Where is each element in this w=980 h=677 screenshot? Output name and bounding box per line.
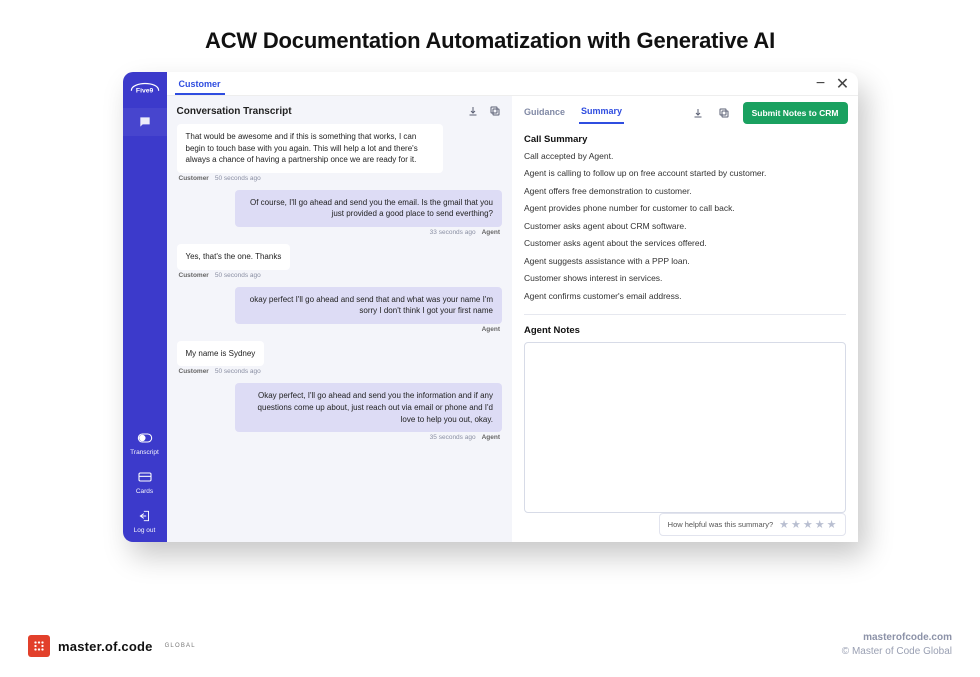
minimize-button[interactable]: − <box>814 77 828 91</box>
message-bubble: Okay perfect, I'll go ahead and send you… <box>235 383 502 432</box>
summary-line: Agent confirms customer's email address. <box>524 291 846 302</box>
message-meta: Agent <box>482 326 500 333</box>
close-button[interactable]: ✕ <box>836 77 850 91</box>
moc-subtext: GLOBAL <box>165 643 196 649</box>
star-5[interactable]: ★ <box>827 518 837 531</box>
feedback-prompt: How helpful was this summary? <box>668 520 773 529</box>
message-bubble: My name is Sydney <box>177 341 265 367</box>
summary-line: Call accepted by Agent. <box>524 151 846 162</box>
feedback-bar: How helpful was this summary? ★ ★ ★ ★ ★ <box>659 513 846 536</box>
main-area: Customer − ✕ Conversation Transcript Th <box>167 72 858 542</box>
message-meta: 33 seconds agoAgent <box>430 229 500 236</box>
message-meta: Customer50 seconds ago <box>179 368 261 375</box>
message-row: Of course, I'll go ahead and send you th… <box>177 190 503 242</box>
summary-line: Customer asks agent about the services o… <box>524 238 846 249</box>
sidebar: Five9 Transcript Cards Log out <box>123 72 167 542</box>
transcript-title: Conversation Transcript <box>177 106 292 117</box>
summary-pane: Guidance Summary Submit Notes to CRM Cal… <box>512 96 858 542</box>
summary-line: Agent provides phone number for customer… <box>524 203 846 214</box>
copy-icon[interactable] <box>488 104 502 118</box>
summary-line: Agent suggests assistance with a PPP loa… <box>524 256 846 267</box>
cards-icon <box>137 470 153 486</box>
tab-guidance[interactable]: Guidance <box>522 103 567 123</box>
message-meta: Customer50 seconds ago <box>179 272 261 279</box>
footer-copy: © Master of Code Global <box>842 645 952 659</box>
divider <box>524 314 846 315</box>
summary-line: Customer shows interest in services. <box>524 273 846 284</box>
message-row: Okay perfect, I'll go ahead and send you… <box>177 383 503 447</box>
message-meta: Customer50 seconds ago <box>179 175 261 182</box>
message-row: My name is SydneyCustomer50 seconds ago <box>177 341 503 382</box>
summary-copy-icon[interactable] <box>717 106 731 120</box>
agent-notes-input[interactable] <box>524 342 846 513</box>
transcript-pane: Conversation Transcript That would be aw… <box>167 96 513 542</box>
sidebar-item-logout[interactable]: Log out <box>123 503 167 542</box>
star-3[interactable]: ★ <box>803 518 813 531</box>
footer-domain: masterofcode.com <box>842 631 952 645</box>
message-bubble: okay perfect I'll go ahead and send that… <box>235 287 502 324</box>
sidebar-label-logout: Log out <box>134 527 156 534</box>
message-row: okay perfect I'll go ahead and send that… <box>177 287 503 339</box>
transcript-icon <box>137 431 153 447</box>
message-bubble: Yes, that's the one. Thanks <box>177 244 291 270</box>
logout-icon <box>137 509 153 525</box>
moc-wordmark: master.of.code <box>58 639 153 654</box>
message-meta: 35 seconds agoAgent <box>430 434 500 441</box>
moc-mark-icon <box>28 635 50 657</box>
five9-logo: Five9 <box>128 78 162 98</box>
star-1[interactable]: ★ <box>779 518 789 531</box>
summary-line: Customer asks agent about CRM software. <box>524 221 846 232</box>
summary-download-icon[interactable] <box>691 106 705 120</box>
tab-customer[interactable]: Customer <box>175 73 225 95</box>
sidebar-item-cards[interactable]: Cards <box>123 464 167 503</box>
star-2[interactable]: ★ <box>791 518 801 531</box>
agent-notes-heading: Agent Notes <box>524 325 846 336</box>
sidebar-chat-icon[interactable] <box>123 108 167 136</box>
sidebar-item-transcript[interactable]: Transcript <box>123 425 167 464</box>
topbar: Customer − ✕ <box>167 72 858 96</box>
sidebar-label-cards: Cards <box>136 488 153 495</box>
moc-logo: master.of.code GLOBAL <box>28 635 196 657</box>
rating-stars: ★ ★ ★ ★ ★ <box>779 518 836 531</box>
footer-copyright: masterofcode.com © Master of Code Global <box>842 631 952 659</box>
download-icon[interactable] <box>466 104 480 118</box>
call-summary-heading: Call Summary <box>524 134 846 145</box>
message-bubble: That would be awesome and if this is som… <box>177 124 444 173</box>
summary-line: Agent offers free demonstration to custo… <box>524 186 846 197</box>
tab-summary[interactable]: Summary <box>579 102 624 124</box>
svg-text:Five9: Five9 <box>135 88 153 95</box>
summary-line: Agent is calling to follow up on free ac… <box>524 168 846 179</box>
message-row: That would be awesome and if this is som… <box>177 124 503 188</box>
submit-notes-button[interactable]: Submit Notes to CRM <box>743 102 848 124</box>
summary-lines: Call accepted by Agent. Agent is calling … <box>524 151 846 308</box>
sidebar-label-transcript: Transcript <box>130 449 159 456</box>
message-row: Yes, that's the one. Thanks Customer50 se… <box>177 244 503 285</box>
message-list: That would be awesome and if this is som… <box>167 124 513 542</box>
page-title: ACW Documentation Automatization with Ge… <box>0 0 980 72</box>
app-window: Five9 Transcript Cards Log out Cust <box>123 72 858 542</box>
message-bubble: Of course, I'll go ahead and send you th… <box>235 190 502 227</box>
star-4[interactable]: ★ <box>815 518 825 531</box>
